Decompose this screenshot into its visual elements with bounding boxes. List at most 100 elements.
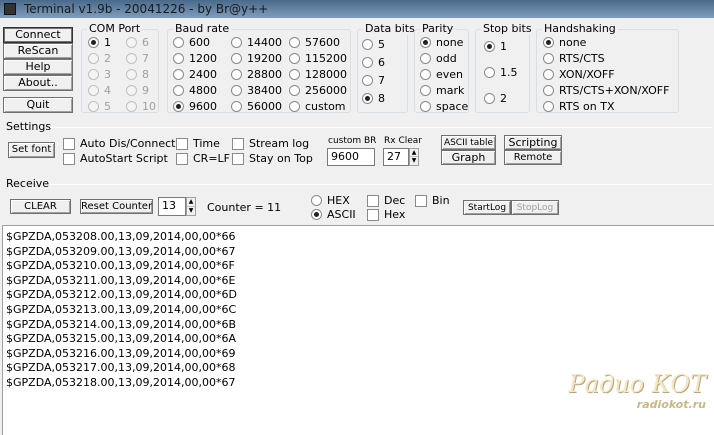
settings-title: Settings: [6, 120, 52, 133]
handshake-2-radio[interactable]: XON/XOFF: [543, 68, 615, 81]
connect-button[interactable]: Connect: [3, 27, 73, 43]
stream-log-checkbox[interactable]: Stream log: [232, 137, 309, 150]
counter-label: Counter = 11: [207, 201, 282, 214]
quit-button[interactable]: Quit: [3, 97, 73, 113]
baud-rate-title: Baud rate: [173, 22, 232, 35]
parity-odd-radio[interactable]: odd: [420, 52, 457, 65]
help-button[interactable]: Help: [3, 59, 73, 75]
handshaking-title: Handshaking: [542, 22, 618, 35]
handshake-0-radio[interactable]: none: [543, 36, 586, 49]
auto-disconnect-checkbox[interactable]: Auto Dis/Connect: [63, 137, 175, 150]
stop-log-button: StopLog: [511, 200, 559, 215]
baud-256000-radio[interactable]: 256000: [289, 84, 347, 97]
com-port-6-radio: 6: [126, 36, 149, 49]
receive-line: $GPZDA,053208.00,13,09,2014,00,00*66: [6, 230, 236, 243]
remote-button[interactable]: Remote: [504, 150, 562, 165]
data-bits-7-radio[interactable]: 7: [362, 74, 385, 87]
settings-divider: [50, 127, 712, 128]
baud-1200-radio[interactable]: 1200: [173, 52, 217, 65]
cr-lf-checkbox[interactable]: CR=LF: [176, 152, 230, 165]
baud-56000-radio[interactable]: 56000: [231, 100, 282, 113]
parity-mark-radio[interactable]: mark: [420, 84, 464, 97]
autostart-script-checkbox[interactable]: AutoStart Script: [63, 152, 168, 165]
set-font-button[interactable]: Set font: [8, 142, 55, 158]
com-port-7-radio: 7: [126, 52, 149, 65]
hex-radio[interactable]: HEX: [311, 194, 350, 207]
baud-19200-radio[interactable]: 19200: [231, 52, 282, 65]
ascii-table-button[interactable]: ASCII table: [441, 135, 496, 150]
baud-4800-radio[interactable]: 4800: [173, 84, 217, 97]
parity-none-radio[interactable]: none: [420, 36, 463, 49]
dec-checkbox[interactable]: Dec: [367, 194, 405, 207]
handshake-1-radio[interactable]: RTS/CTS: [543, 52, 605, 65]
window-title: Terminal v1.9b - 20041226 - by Br@y++: [24, 2, 269, 16]
custom-br-label: custom BR: [328, 136, 377, 146]
rx-clear-label: Rx Clear: [384, 136, 422, 146]
counter-spin-input[interactable]: 13: [158, 197, 186, 216]
com-port-5-radio: 5: [88, 100, 111, 113]
com-port-3-radio: 3: [88, 68, 111, 81]
com-port-title: COM Port: [87, 22, 143, 35]
baud-28800-radio[interactable]: 28800: [231, 68, 282, 81]
rx-clear-spinner[interactable]: ▲ ▼: [409, 148, 419, 166]
rescan-button[interactable]: ReScan: [3, 43, 73, 59]
baud-custom-radio[interactable]: custom: [289, 100, 346, 113]
stop-bits-1.5-radio[interactable]: 1.5: [484, 66, 518, 79]
handshake-3-radio[interactable]: RTS/CTS+XON/XOFF: [543, 84, 669, 97]
about-button[interactable]: About..: [3, 75, 73, 91]
com-port-8-radio: 8: [126, 68, 149, 81]
watermark-logo: Радио КОТ radiokot.ru: [569, 370, 706, 411]
stop-bits-1-radio[interactable]: 1: [484, 40, 507, 53]
com-port-10-radio: 10: [126, 100, 156, 113]
counter-spinner[interactable]: ▲ ▼: [186, 197, 196, 216]
handshake-4-radio[interactable]: RTS on TX: [543, 100, 615, 113]
rx-clear-input[interactable]: 27: [383, 148, 409, 166]
receive-line: $GPZDA,053209.00,13,09,2014,00,00*67: [6, 244, 236, 258]
receive-divider: [50, 184, 712, 185]
scripting-button[interactable]: Scripting: [504, 135, 562, 150]
baud-57600-radio[interactable]: 57600: [289, 36, 340, 49]
baud-115200-radio[interactable]: 115200: [289, 52, 347, 65]
start-log-button[interactable]: StartLog: [463, 200, 511, 215]
baud-2400-radio[interactable]: 2400: [173, 68, 217, 81]
reset-counter-button[interactable]: Reset Counter: [80, 199, 153, 214]
data-bits-title: Data bits: [363, 22, 417, 35]
receive-line: $GPZDA,053211.00,13,09,2014,00,00*6E: [6, 273, 236, 287]
watermark-url: radiokot.ru: [636, 398, 706, 411]
receive-line: $GPZDA,053214.00,13,09,2014,00,00*6B: [6, 317, 236, 331]
data-bits-8-radio[interactable]: 8: [362, 92, 385, 105]
baud-9600-radio[interactable]: 9600: [173, 100, 217, 113]
parity-even-radio[interactable]: even: [420, 68, 463, 81]
com-port-2-radio: 2: [88, 52, 111, 65]
title-bar: Terminal v1.9b - 20041226 - by Br@y++: [0, 0, 714, 18]
data-bits-6-radio[interactable]: 6: [362, 56, 385, 69]
clear-button[interactable]: CLEAR: [10, 199, 71, 214]
stop-bits-2-radio[interactable]: 2: [484, 92, 507, 105]
receive-line: $GPZDA,053210.00,13,09,2014,00,00*6F: [6, 259, 235, 273]
counter-value: 11: [267, 201, 282, 214]
stop-bits-title: Stop bits: [481, 22, 534, 35]
parity-space-radio[interactable]: space: [420, 100, 468, 113]
com-port-4-radio: 4: [88, 84, 111, 97]
receive-line: $GPZDA,053212.00,13,09,2014,00,00*6D: [6, 288, 237, 302]
baud-38400-radio[interactable]: 38400: [231, 84, 282, 97]
custom-br-input[interactable]: 9600: [327, 148, 375, 166]
com-port-9-radio: 9: [126, 84, 149, 97]
ascii-radio[interactable]: ASCII: [311, 208, 356, 221]
baud-128000-radio[interactable]: 128000: [289, 68, 347, 81]
baud-600-radio[interactable]: 600: [173, 36, 210, 49]
stay-on-top-checkbox[interactable]: Stay on Top: [232, 152, 313, 165]
baud-14400-radio[interactable]: 14400: [231, 36, 282, 49]
receive-line: $GPZDA,053213.00,13,09,2014,00,00*6C: [6, 302, 237, 316]
data-bits-5-radio[interactable]: 5: [362, 38, 385, 51]
receive-line: $GPZDA,053215.00,13,09,2014,00,00*6A: [6, 332, 236, 346]
time-checkbox[interactable]: Time: [176, 137, 220, 150]
receive-title: Receive: [6, 177, 50, 190]
app-icon: [4, 3, 16, 15]
bin-checkbox[interactable]: Bin: [415, 194, 450, 207]
graph-button[interactable]: Graph: [441, 150, 496, 165]
receive-line: $GPZDA,053216.00,13,09,2014,00,00*69: [6, 346, 236, 360]
com-port-1-radio[interactable]: 1: [88, 36, 111, 49]
hex-checkbox[interactable]: Hex: [367, 208, 405, 221]
parity-title: Parity: [420, 22, 456, 35]
